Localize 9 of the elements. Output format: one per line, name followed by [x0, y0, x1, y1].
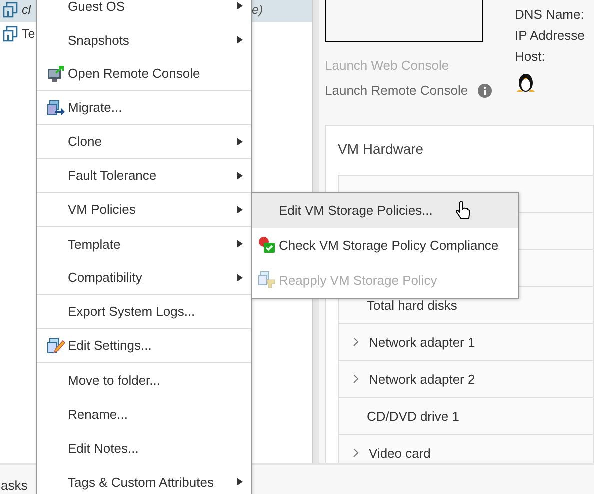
hardware-row-label: Video card — [369, 446, 431, 460]
hardware-row-label: CD/DVD drive 1 — [367, 408, 460, 424]
hardware-row-label: Network adapter 2 — [369, 372, 476, 386]
card-title: VM Hardware — [338, 141, 425, 158]
summary-label: IP Addresse — [515, 28, 585, 43]
hardware-row-label: Network adapter 1 — [369, 334, 476, 350]
summary-label: Host: — [515, 49, 546, 64]
hardware-row-label: Total hard disks — [367, 298, 458, 312]
summary-label: DNS Name: — [515, 7, 585, 22]
